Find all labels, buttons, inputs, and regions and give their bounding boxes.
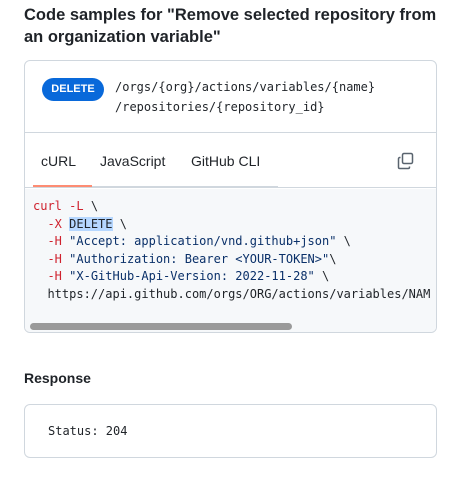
tab-divider bbox=[92, 186, 278, 187]
code-method-selected: DELETE bbox=[69, 216, 113, 231]
code-url: https://api.github.com/orgs/ORG/actions/… bbox=[47, 286, 431, 301]
code-text: curl -L \ -X DELETE \ -H "Accept: applic… bbox=[33, 199, 431, 301]
endpoint-path-line1: /orgs/{org}/actions/variables/{name} bbox=[115, 80, 376, 94]
endpoint-path-line2: /repositories/{repository_id} bbox=[115, 100, 325, 114]
section-heading: Code samples for "Remove selected reposi… bbox=[24, 6, 437, 46]
http-method-badge: DELETE bbox=[42, 78, 104, 101]
code-h2-flag: -H bbox=[47, 251, 62, 266]
response-heading: Response bbox=[24, 370, 91, 386]
endpoint-header: DELETE /orgs/{org}/actions/variables/{na… bbox=[25, 61, 436, 133]
code-h3-value: "X-GitHub-Api-Version: 2022-11-28" bbox=[69, 269, 315, 284]
code-flag-l: -L bbox=[69, 199, 84, 213]
copy-icon[interactable] bbox=[396, 151, 416, 171]
tab-javascript[interactable]: JavaScript bbox=[100, 134, 165, 188]
code-h1-flag: -H bbox=[47, 234, 62, 249]
tab-curl[interactable]: cURL bbox=[41, 134, 76, 188]
response-box: Status: 204 bbox=[24, 404, 437, 458]
active-tab-indicator bbox=[33, 185, 92, 187]
code-flag-x: -X bbox=[47, 216, 62, 231]
code-scrollbar-thumb[interactable] bbox=[30, 323, 292, 330]
code-h2-value: "Authorization: Bearer <YOUR-TOKEN>" bbox=[69, 251, 330, 266]
code-sample-card: DELETE /orgs/{org}/actions/variables/{na… bbox=[24, 60, 437, 333]
code-block[interactable]: curl -L \ -X DELETE \ -H "Accept: applic… bbox=[25, 189, 436, 332]
code-h3-flag: -H bbox=[47, 269, 62, 284]
endpoint-path: /orgs/{org}/actions/variables/{name} /re… bbox=[115, 77, 415, 117]
code-h1-value: "Accept: application/vnd.github+json" bbox=[69, 234, 337, 249]
language-tabs: cURL JavaScript GitHub CLI bbox=[25, 134, 436, 188]
code-cmd: curl bbox=[33, 199, 62, 213]
response-status: Status: 204 bbox=[48, 424, 128, 438]
tab-github-cli[interactable]: GitHub CLI bbox=[191, 134, 260, 188]
